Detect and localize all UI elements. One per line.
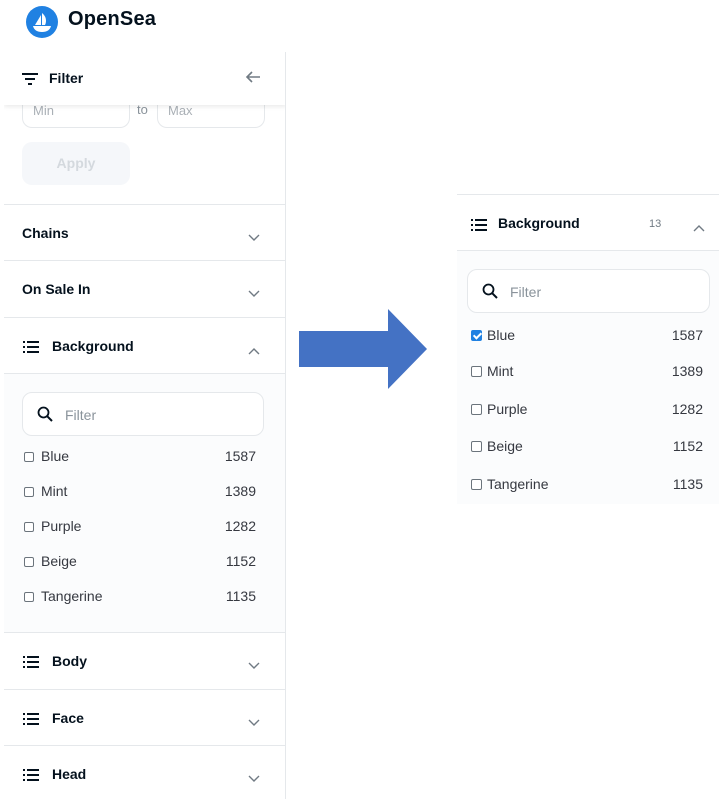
list-item[interactable]: Mint 1389: [4, 478, 285, 508]
background-search-input[interactable]: Filter: [22, 392, 264, 436]
checkbox[interactable]: [471, 479, 482, 490]
brand-name[interactable]: OpenSea: [68, 8, 156, 31]
search-icon: [482, 283, 498, 304]
option-count: 1587: [671, 327, 703, 343]
option-name: Mint: [41, 483, 68, 499]
arrow-left-icon[interactable]: [245, 69, 261, 90]
list-icon: [23, 655, 39, 673]
option-count: 1389: [671, 363, 703, 379]
list-item[interactable]: Blue 1587: [4, 443, 285, 473]
section-label: Body: [52, 653, 87, 669]
list-item[interactable]: Purple 1282: [457, 395, 719, 425]
price-max-input[interactable]: Max: [157, 104, 265, 128]
apply-button[interactable]: Apply: [22, 142, 130, 185]
section-chains[interactable]: Chains: [4, 204, 285, 261]
checkbox[interactable]: [24, 452, 34, 462]
filter-lines-icon[interactable]: [22, 72, 38, 90]
search-icon: [37, 406, 53, 427]
filter-title: Filter: [49, 70, 84, 86]
checkbox[interactable]: [471, 441, 482, 452]
section-label: On Sale In: [22, 281, 91, 297]
section-head[interactable]: Head: [4, 745, 285, 799]
option-count: 1152: [225, 553, 256, 569]
chevron-down-icon: [248, 229, 260, 247]
filter-sidebar: Min to Max Apply Filter Chains On Sale I…: [4, 52, 286, 799]
section-label: Background: [52, 338, 134, 354]
option-name: Purple: [41, 518, 82, 534]
checkbox[interactable]: [24, 557, 34, 567]
option-count: 1587: [224, 448, 256, 464]
background-options-panel: Filter Blue 1587 Mint 1389 Purple 1282 B…: [457, 251, 719, 504]
option-name: Purple: [487, 401, 528, 417]
section-label: Face: [52, 710, 84, 726]
background-options-panel: Filter Blue 1587 Mint 1389 Purple 1282 B…: [4, 373, 285, 632]
filter-header: Filter: [4, 52, 285, 105]
option-name: Blue: [487, 327, 516, 343]
chevron-down-icon: [248, 657, 260, 675]
checkbox[interactable]: [24, 487, 34, 497]
option-count: 1282: [224, 518, 256, 534]
option-count: 1282: [671, 401, 703, 417]
section-background[interactable]: Background 13: [457, 194, 719, 251]
section-body[interactable]: Body: [4, 632, 285, 689]
option-name: Tangerine: [41, 588, 103, 604]
list-item[interactable]: Purple 1282: [4, 513, 285, 543]
zoomed-background-panel: Background 13 Filter Blue 1587 Mint 1389: [457, 194, 719, 504]
option-name: Beige: [41, 553, 77, 569]
section-face[interactable]: Face: [4, 689, 285, 746]
chevron-up-icon: [693, 219, 705, 237]
chevron-down-icon: [248, 714, 260, 732]
section-label: Chains: [22, 225, 69, 241]
opensea-logo-icon[interactable]: [26, 6, 58, 38]
checkbox[interactable]: [24, 592, 34, 602]
top-bar: OpenSea: [0, 0, 286, 52]
search-placeholder: Filter: [65, 407, 97, 423]
option-name: Blue: [41, 448, 70, 464]
list-item[interactable]: Tangerine 1135: [457, 470, 719, 500]
list-icon: [23, 768, 39, 786]
list-item[interactable]: Blue 1587: [457, 321, 719, 351]
chevron-up-icon: [248, 342, 260, 360]
chevron-down-icon: [248, 770, 260, 788]
section-label: Head: [52, 766, 87, 782]
price-to-label: to: [137, 104, 148, 116]
price-min-input[interactable]: Min: [22, 104, 130, 128]
list-item[interactable]: Mint 1389: [457, 357, 719, 387]
background-search-input[interactable]: Filter: [467, 269, 710, 313]
selected-count-badge: 13: [649, 218, 662, 230]
checkbox[interactable]: [471, 366, 482, 377]
section-on-sale-in[interactable]: On Sale In: [4, 260, 285, 317]
checkbox[interactable]: [24, 522, 34, 532]
option-name: Beige: [487, 438, 523, 454]
option-name: Tangerine: [487, 476, 549, 492]
list-item[interactable]: Tangerine 1135: [4, 583, 285, 613]
list-item[interactable]: Beige 1152: [457, 432, 719, 462]
option-count: 1389: [224, 483, 256, 499]
option-count: 1135: [225, 588, 256, 604]
option-count: 1152: [672, 438, 703, 454]
checkbox-checked[interactable]: [471, 330, 482, 341]
checkbox[interactable]: [471, 404, 482, 415]
chevron-down-icon: [248, 285, 260, 303]
right-arrow-icon: [299, 309, 427, 394]
list-icon: [471, 218, 487, 236]
list-icon: [23, 712, 39, 730]
section-label: Background: [498, 215, 580, 231]
list-icon: [23, 340, 39, 358]
search-placeholder: Filter: [510, 284, 542, 300]
section-background[interactable]: Background: [4, 317, 285, 374]
option-name: Mint: [487, 363, 514, 379]
list-item[interactable]: Beige 1152: [4, 548, 285, 578]
option-count: 1135: [672, 476, 703, 492]
